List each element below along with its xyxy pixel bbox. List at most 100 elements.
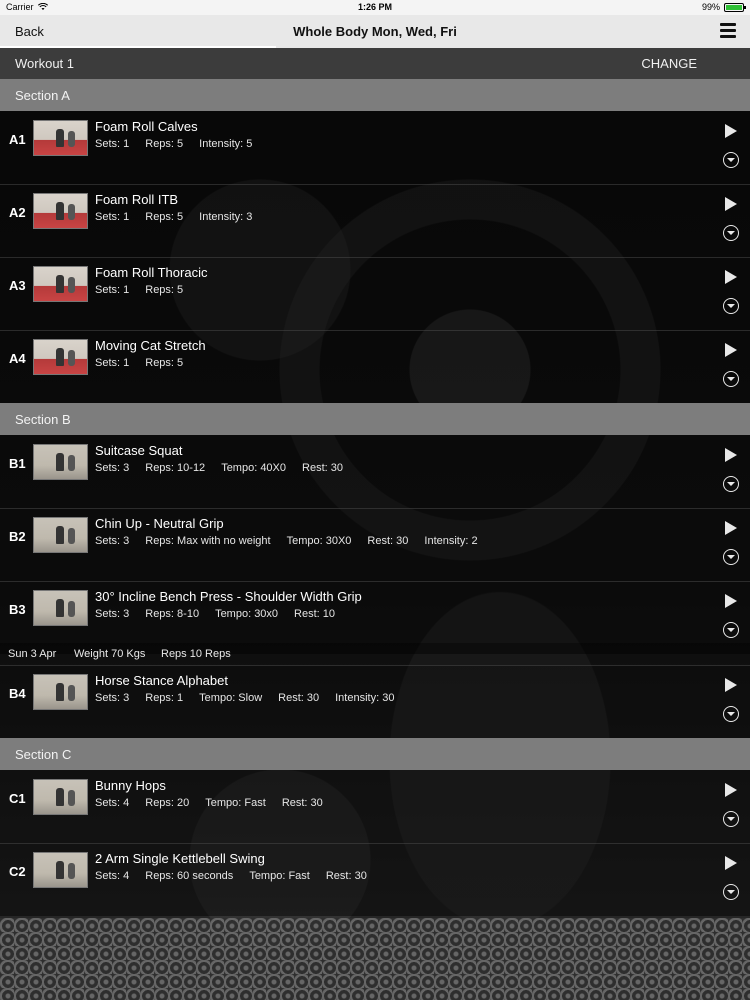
expand-chevron-icon[interactable] bbox=[723, 476, 739, 492]
play-icon[interactable] bbox=[725, 678, 737, 692]
exercise-stat: Sets: 4 bbox=[95, 870, 130, 882]
exercise-name[interactable]: Moving Cat Stretch bbox=[95, 338, 206, 353]
exercise-name[interactable]: Suitcase Squat bbox=[95, 443, 182, 458]
history-reps: Reps 10 Reps bbox=[161, 648, 231, 660]
exercise-stat: Rest: 30 bbox=[302, 462, 343, 474]
exercise-stat: Sets: 1 bbox=[95, 211, 130, 223]
play-icon[interactable] bbox=[725, 783, 737, 797]
history-weight: Weight 70 Kgs bbox=[74, 648, 146, 660]
exercise-thumbnail[interactable] bbox=[33, 339, 88, 375]
exercise-row[interactable]: C1 Bunny Hops Sets: 4 Reps: 20 Tempo: Fast Re… bbox=[0, 770, 750, 843]
status-bar: Carrier 1:26 PM 99% bbox=[0, 0, 750, 15]
expand-chevron-icon[interactable] bbox=[723, 298, 739, 314]
change-workout-button[interactable]: CHANGE bbox=[641, 56, 697, 71]
exercise-name[interactable]: Foam Roll ITB bbox=[95, 192, 178, 207]
exercise-stat: Reps: 60 seconds bbox=[145, 870, 234, 882]
exercise-stat: Tempo: Fast bbox=[249, 870, 310, 882]
exercise-stat: Tempo: 30X0 bbox=[286, 535, 352, 547]
play-icon[interactable] bbox=[725, 270, 737, 284]
battery-percent: 99% bbox=[701, 2, 720, 12]
person-figure-icon bbox=[68, 601, 75, 617]
status-right: 99% bbox=[701, 2, 746, 12]
exercise-name[interactable]: Foam Roll Thoracic bbox=[95, 265, 207, 280]
battery-icon bbox=[724, 2, 746, 12]
expand-chevron-icon[interactable] bbox=[723, 811, 739, 827]
expand-chevron-icon[interactable] bbox=[723, 152, 739, 168]
exercise-row[interactable]: C2 2 Arm Single Kettlebell Swing Sets: 4 Re… bbox=[0, 843, 750, 916]
exercise-stats: Sets: 3 Reps: 8-10 Tempo: 30x0 Rest: 10 bbox=[95, 608, 351, 620]
exercise-name[interactable]: Foam Roll Calves bbox=[95, 119, 198, 134]
person-figure-icon bbox=[68, 790, 75, 806]
history-date: Sun 3 Apr bbox=[8, 648, 57, 660]
play-icon[interactable] bbox=[725, 448, 737, 462]
person-figure-icon bbox=[56, 202, 64, 220]
play-icon[interactable] bbox=[725, 124, 737, 138]
exercise-thumbnail[interactable] bbox=[33, 120, 88, 156]
person-figure-icon bbox=[68, 277, 75, 293]
exercise-row[interactable]: B1 Suitcase Squat Sets: 3 Reps: 10-12 Tempo:… bbox=[0, 435, 750, 508]
exercise-code: B2 bbox=[9, 529, 26, 544]
exercise-thumbnail[interactable] bbox=[33, 444, 88, 480]
exercise-thumbnail[interactable] bbox=[33, 590, 88, 626]
person-figure-icon bbox=[68, 685, 75, 701]
play-icon[interactable] bbox=[725, 197, 737, 211]
exercise-code: A2 bbox=[9, 205, 26, 220]
play-icon[interactable] bbox=[725, 594, 737, 608]
exercise-thumbnail[interactable] bbox=[33, 266, 88, 302]
exercise-name[interactable]: Chin Up - Neutral Grip bbox=[95, 516, 224, 531]
section-header: Section C bbox=[0, 738, 750, 770]
expand-chevron-icon[interactable] bbox=[723, 225, 739, 241]
exercise-row[interactable]: A3 Foam Roll Thoracic Sets: 1 Reps: 5 bbox=[0, 257, 750, 330]
play-icon[interactable] bbox=[725, 343, 737, 357]
exercise-code: A3 bbox=[9, 278, 26, 293]
exercise-thumbnail[interactable] bbox=[33, 852, 88, 888]
exercise-row[interactable]: B2 Chin Up - Neutral Grip Sets: 3 Reps: Max… bbox=[0, 508, 750, 581]
person-figure-icon bbox=[56, 861, 64, 879]
section-title: Section B bbox=[15, 412, 71, 427]
person-figure-icon bbox=[68, 863, 75, 879]
exercise-stat: Sets: 1 bbox=[95, 138, 130, 150]
person-figure-icon bbox=[56, 599, 64, 617]
expand-chevron-icon[interactable] bbox=[723, 706, 739, 722]
person-figure-icon bbox=[56, 129, 64, 147]
exercise-thumbnail[interactable] bbox=[33, 517, 88, 553]
exercise-row[interactable]: A2 Foam Roll ITB Sets: 1 Reps: 5 Intensity: … bbox=[0, 184, 750, 257]
exercise-stats: Sets: 1 Reps: 5 bbox=[95, 357, 199, 369]
exercise-stat: Reps: 8-10 bbox=[145, 608, 200, 620]
hamburger-menu-icon[interactable] bbox=[720, 23, 736, 39]
exercise-thumbnail[interactable] bbox=[33, 674, 88, 710]
exercise-code: A4 bbox=[9, 351, 26, 366]
exercise-stats: Sets: 3 Reps: 10-12 Tempo: 40X0 Rest: 30 bbox=[95, 462, 359, 474]
exercise-code: B1 bbox=[9, 456, 26, 471]
exercise-history-log: Sun 3 Apr Weight 70 Kgs Reps 10 Reps bbox=[0, 643, 750, 665]
exercise-code: B4 bbox=[9, 686, 26, 701]
exercise-stat: Tempo: 30x0 bbox=[215, 608, 279, 620]
exercise-stats: Sets: 3 Reps: Max with no weight Tempo: 30… bbox=[95, 535, 494, 547]
workout-selector-bar: Workout 1 CHANGE bbox=[0, 48, 750, 79]
exercise-name[interactable]: Bunny Hops bbox=[95, 778, 166, 793]
exercise-row[interactable]: B4 Horse Stance Alphabet Sets: 3 Reps: 1 Tem… bbox=[0, 665, 750, 738]
exercise-stat: Reps: 20 bbox=[145, 797, 190, 809]
section-title: Section C bbox=[15, 747, 72, 762]
exercise-name[interactable]: 30° Incline Bench Press - Shoulder Width… bbox=[95, 589, 362, 604]
play-icon[interactable] bbox=[725, 856, 737, 870]
expand-chevron-icon[interactable] bbox=[723, 884, 739, 900]
exercise-stats: Sets: 3 Reps: 1 Tempo: Slow Rest: 30 Intensi… bbox=[95, 692, 410, 704]
exercise-name[interactable]: Horse Stance Alphabet bbox=[95, 673, 228, 688]
expand-chevron-icon[interactable] bbox=[723, 371, 739, 387]
exercise-stats: Sets: 4 Reps: 60 seconds Tempo: Fast Rest: … bbox=[95, 870, 383, 882]
exercise-stats: Sets: 1 Reps: 5 bbox=[95, 284, 199, 296]
exercise-name[interactable]: 2 Arm Single Kettlebell Swing bbox=[95, 851, 265, 866]
exercise-stat: Intensity: 3 bbox=[199, 211, 253, 223]
exercise-thumbnail[interactable] bbox=[33, 779, 88, 815]
expand-chevron-icon[interactable] bbox=[723, 622, 739, 638]
exercise-stat: Rest: 30 bbox=[367, 535, 409, 547]
play-icon[interactable] bbox=[725, 521, 737, 535]
person-figure-icon bbox=[56, 453, 64, 471]
exercise-row[interactable]: A4 Moving Cat Stretch Sets: 1 Reps: 5 bbox=[0, 330, 750, 403]
exercise-thumbnail[interactable] bbox=[33, 193, 88, 229]
exercise-row[interactable]: A1 Foam Roll Calves Sets: 1 Reps: 5 Intensit… bbox=[0, 111, 750, 184]
person-figure-icon bbox=[56, 683, 64, 701]
expand-chevron-icon[interactable] bbox=[723, 549, 739, 565]
exercise-stats: Sets: 1 Reps: 5 Intensity: 3 bbox=[95, 211, 268, 223]
